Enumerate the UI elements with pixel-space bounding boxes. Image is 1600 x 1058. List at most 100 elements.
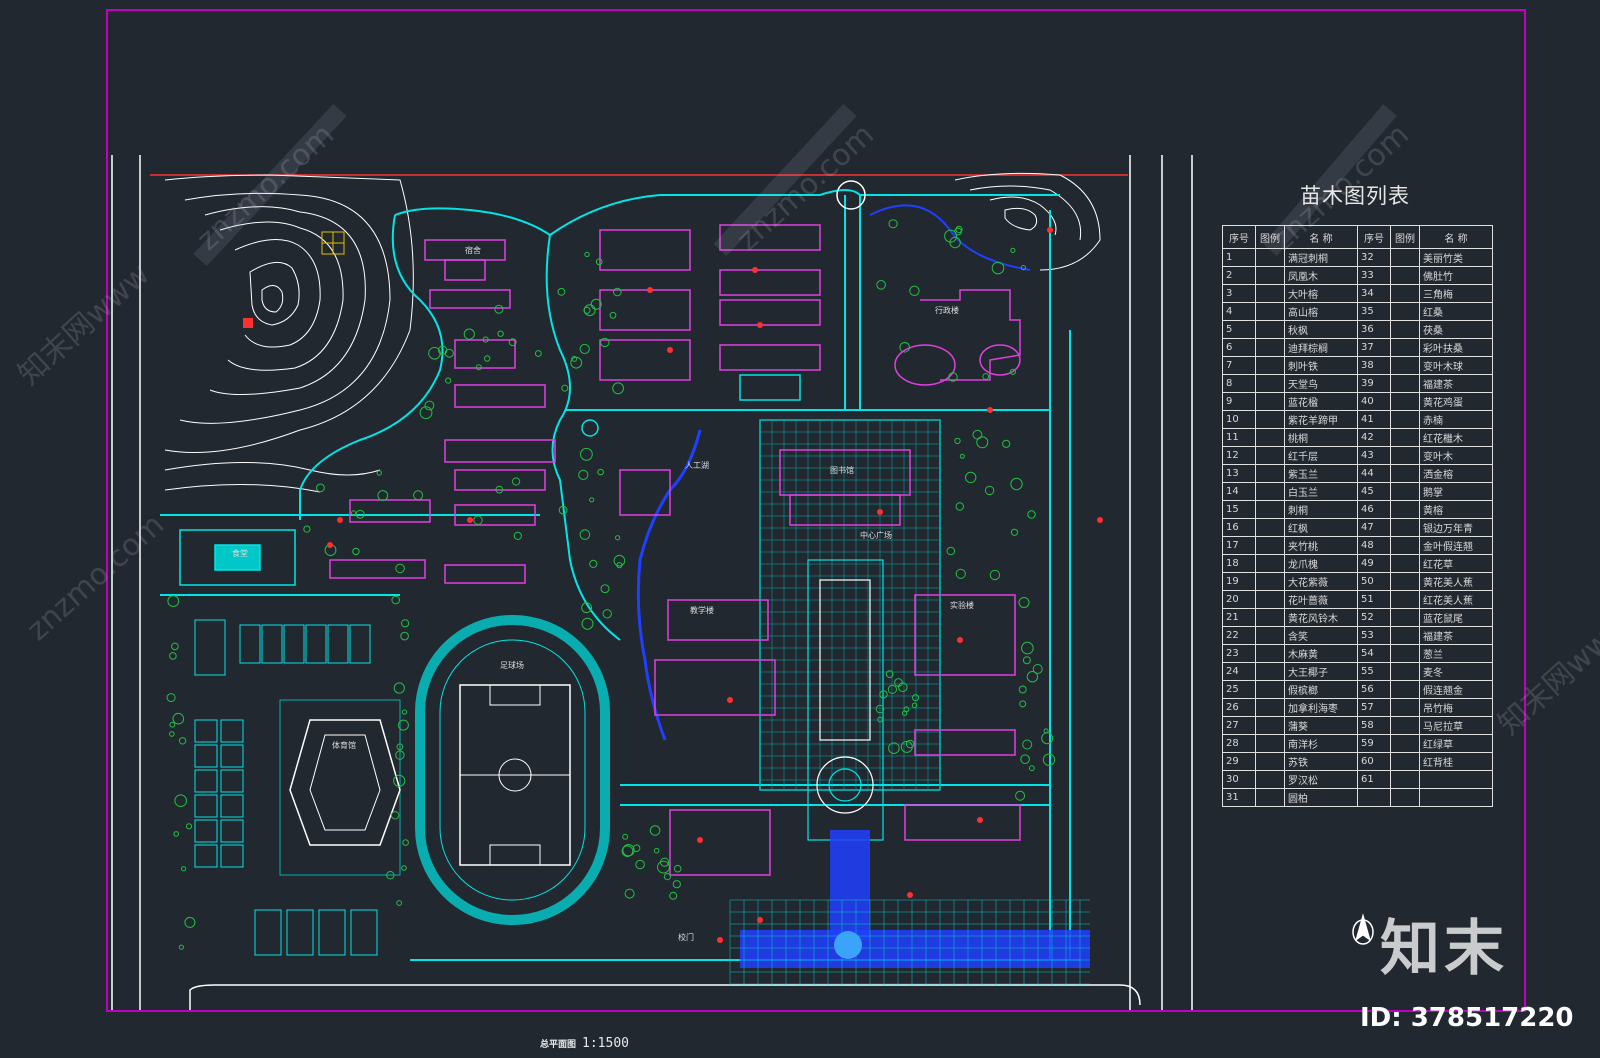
tree-symbol [445,377,452,384]
legend-cell: 42 [1357,428,1391,447]
legend-cell: 6 [1222,338,1256,357]
legend-cell [1255,428,1285,447]
legend-cell: 凤凰木 [1284,266,1358,285]
legend-cell [1390,788,1420,807]
tree-symbol [494,304,504,314]
tree-symbol [615,535,621,541]
legend-cell: 23 [1222,644,1256,663]
tree-symbol [888,219,898,229]
legend-row: 14 白玉兰 45 鹅掌 [1222,482,1493,501]
tree-symbol [393,682,405,694]
legend-cell: 红绿草 [1419,734,1493,753]
legend-cell: 罗汉松 [1284,770,1358,789]
legend-cell: 29 [1222,752,1256,771]
legend-cell [1255,608,1285,627]
legend-cell: 红桑 [1419,302,1493,321]
legend-cell [1390,716,1420,735]
legend-cell: 49 [1357,554,1391,573]
tree-symbol [497,330,504,337]
legend-cell [1390,536,1420,555]
tree-symbol [1022,739,1033,750]
legend-cell [1255,752,1285,771]
tree-symbol [649,825,661,836]
legend-cell: 20 [1222,590,1256,609]
legend-cell: 黄花鸡蛋 [1419,392,1493,411]
legend-row: 22 含笑 53 福建茶 [1222,626,1493,645]
legend-cell: 21 [1222,608,1256,627]
tree-symbol [954,437,961,445]
legend-cell: 假槟榔 [1284,680,1358,699]
tree-symbol [663,873,672,881]
legend-cell: 茯桑 [1419,320,1493,339]
tree-symbol [613,554,626,567]
legend-cell: 47 [1357,518,1391,537]
legend-row: 15 刺桐 46 黄榕 [1222,500,1493,519]
tree-symbol [887,684,898,695]
tree-symbol [673,864,682,873]
tree-symbol [401,619,410,628]
legend-cell: 彩叶扶桑 [1419,338,1493,357]
tree-symbol [1043,728,1049,734]
legend-cell: 变叶木球 [1419,356,1493,375]
legend-cell: 吊竹梅 [1419,698,1493,717]
legend-row: 23 木麻黄 54 葱兰 [1222,644,1493,663]
legend-row: 1 满冠刺桐 32 美丽竹类 [1222,248,1493,267]
hill-peak-marker [243,318,253,328]
tree-symbol [595,258,603,266]
legend-row: 7 刺叶铁 38 变叶木球 [1222,356,1493,375]
tree-symbol [377,490,389,501]
court [349,624,371,664]
tree-symbol [185,823,193,830]
tree-symbol [1019,700,1027,708]
tree-symbol [597,468,604,476]
legend-row: 21 黄花风铃木 52 蓝花鼠尾 [1222,608,1493,627]
legend-cell: 苏铁 [1284,752,1358,771]
legend-cell: 大叶榕 [1284,284,1358,303]
highlight-point [717,937,723,943]
tree-symbol [173,831,179,837]
stream-north [869,204,1031,271]
tree-symbol [600,584,610,594]
tree-symbol [184,916,196,928]
highlight-point [667,347,673,353]
legend-cell: 41 [1357,410,1391,429]
legend-row: 10 紫花羊蹄甲 41 赤楠 [1222,410,1493,429]
court [220,819,244,843]
legend-cell: 3 [1222,284,1256,303]
legend-body: 1 满冠刺桐 32 美丽竹类 2 凤凰木 33 佛肚竹 3 大叶榕 34 三角梅 4 高山榕 35 红桑 5 秋枫… [1222,248,1493,807]
legend-row: 27 蒲葵 58 马尼拉草 [1222,716,1493,735]
tree-symbol [635,859,645,870]
south-plaza-paving [740,830,1090,968]
tree-symbol [166,693,176,703]
tree-symbol [401,865,407,871]
highlight-point [757,917,763,923]
stream [636,429,702,741]
legend-cell [1255,518,1285,537]
tree-symbol [557,287,566,296]
legend-cell: 22 [1222,626,1256,645]
legend-cell [1255,536,1285,555]
highlight-point [907,892,913,898]
sport-courts [194,619,378,956]
tree-symbol [512,477,521,486]
court [194,844,218,868]
legend-cell [1419,788,1493,807]
legend-row: 13 紫玉兰 44 洒金榕 [1222,464,1493,483]
tree-symbol [653,847,660,854]
legend-cell: 57 [1357,698,1391,717]
central-axis [807,559,884,841]
court [239,624,261,664]
legend-cell: 夹竹桃 [1284,536,1358,555]
legend-cell: 2 [1222,266,1256,285]
legend-row: 4 高山榕 35 红桑 [1222,302,1493,321]
tree-symbol [657,860,670,874]
legend-cell: 35 [1357,302,1391,321]
legend-row: 3 大叶榕 34 三角梅 [1222,284,1493,303]
legend-cell: 19 [1222,572,1256,591]
legend-cell: 洒金榕 [1419,464,1493,483]
court [194,819,218,843]
legend-cell: 34 [1357,284,1391,303]
tree-symbol [169,721,176,728]
tree-symbol [612,382,624,395]
legend-cell [1255,770,1285,789]
